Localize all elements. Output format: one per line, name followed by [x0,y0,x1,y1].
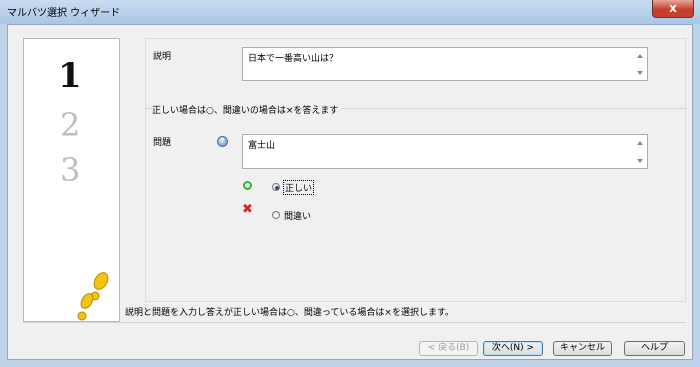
close-button[interactable]: x [652,0,694,18]
step-3-label: 3 [60,151,80,189]
wizard-client-area: 1 2 3 説明 日本で一番高い山は？ 正しい場合は○、間違いの場合は×を答えま… [7,24,693,360]
scroll-up-icon[interactable] [637,141,643,145]
help-button[interactable]: ヘルプ [624,341,685,356]
explanation-scrollbar[interactable] [636,49,646,79]
answer-wrong-radio[interactable] [272,211,280,219]
question-scrollbar[interactable] [636,136,646,167]
question-field[interactable]: 富士山 [242,134,648,169]
status-text: 説明と問題を入力し答えが正しい場合は○、間違っている場合は×を選択します。 [125,308,455,318]
window-title: マルバツ選択 ウィザード [7,8,121,19]
instruction-text: 正しい場合は○、間違いの場合は×を答えます [152,103,342,116]
circle-ok-icon [243,181,252,190]
sidebar-graphic: 1 2 3 [58,56,109,321]
step-1-label: 1 [58,56,82,96]
cross-ng-icon: ✖ [242,202,253,217]
title-bar[interactable]: マルバツ選択 ウィザード x [0,0,700,24]
back-button[interactable]: < 戻る(B) [419,341,478,356]
scroll-down-icon[interactable] [637,159,643,163]
scroll-down-icon[interactable] [637,71,643,75]
cancel-button[interactable]: キャンセル [553,341,612,356]
answer-wrong-label[interactable]: 間違い [284,209,311,222]
wizard-window: マルバツ選択 ウィザード x 1 2 3 説明 日本で一番高い山は？ 正しい場合… [0,0,700,367]
question-label: 問題 [153,138,172,148]
question-value: 富士山 [248,141,276,151]
answer-correct-label[interactable]: 正しい [283,180,315,195]
sidebar-panel: 1 2 3 [23,38,120,322]
footprints-icon [77,272,109,321]
explanation-field[interactable]: 日本で一番高い山は？ [242,47,648,81]
explanation-value: 日本で一番高い山は？ [248,54,339,64]
next-button[interactable]: 次へ(N) > [483,341,543,356]
close-icon: x [669,1,677,15]
explanation-label: 説明 [153,52,172,62]
answer-correct-radio[interactable] [272,183,280,191]
scroll-up-icon[interactable] [637,54,643,58]
bottom-separator [23,322,686,324]
help-icon[interactable]: ? [217,136,228,147]
step-2-label: 2 [60,106,80,144]
